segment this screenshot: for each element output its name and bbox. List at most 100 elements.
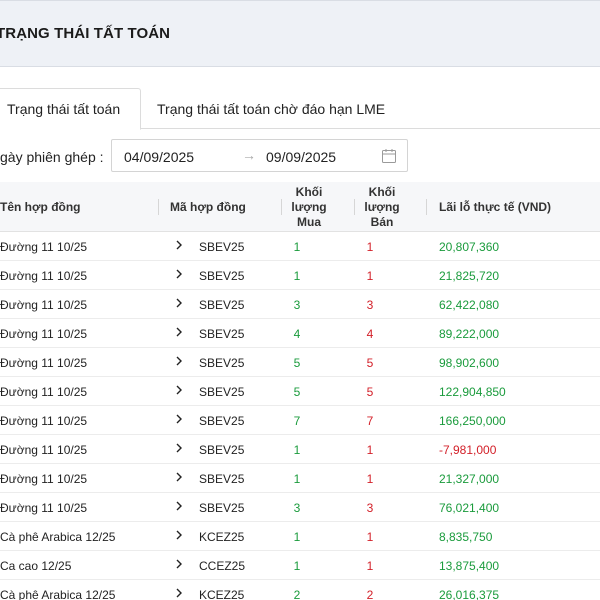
table-row[interactable]: Cà phê Arabica 12/25 KCEZ25 2 2 26,016,375 [0,580,600,600]
table-row[interactable]: Đường 11 10/25 SBEV25 1 1 21,825,720 [0,261,600,290]
sell-volume: 1 [366,240,374,254]
contract-name: Đường 11 10/25 [0,240,88,254]
contract-name: Đường 11 10/25 [0,385,88,399]
table-row[interactable]: Đường 11 10/25 SBEV25 1 1 21,327,000 [0,464,600,493]
chevron-right-icon[interactable] [174,413,184,425]
contract-name: Cà phê Arabica 12/25 [0,588,116,600]
contract-name: Đường 11 10/25 [0,501,88,515]
column-divider [281,199,282,215]
realized-pnl: 20,807,360 [439,240,500,254]
sell-volume: 5 [366,385,374,399]
tab-settlement-pending-lme[interactable]: Trạng thái tất toán chờ đáo hạn LME [157,88,385,129]
realized-pnl: 62,422,080 [439,298,500,312]
buy-volume: 1 [293,240,301,254]
contract-name: Đường 11 10/25 [0,443,88,457]
table-row[interactable]: Đường 11 10/25 SBEV25 5 5 122,904,850 [0,377,600,406]
contract-name: Đường 11 10/25 [0,356,88,370]
realized-pnl: 21,825,720 [439,269,500,283]
chevron-right-icon[interactable] [174,355,184,367]
col-sell-volume-line1: Khối [368,185,396,199]
col-buy-volume-line2: lượng [291,200,327,214]
calendar-icon[interactable] [381,148,397,164]
sell-volume: 3 [366,501,374,515]
buy-volume: 1 [293,269,301,283]
contract-code: SBEV25 [199,240,245,254]
column-divider [354,199,355,215]
sell-volume: 5 [366,356,374,370]
realized-pnl: 13,875,400 [439,559,500,573]
contract-code: SBEV25 [199,356,245,370]
buy-volume: 1 [293,530,301,544]
realized-pnl: 98,902,600 [439,356,500,370]
sell-volume: 4 [366,327,374,341]
buy-volume: 1 [293,559,301,573]
table-row[interactable]: Đường 11 10/25 SBEV25 3 3 62,422,080 [0,290,600,319]
buy-volume: 7 [293,414,301,428]
chevron-right-icon[interactable] [174,297,184,309]
realized-pnl: 166,250,000 [439,414,506,428]
filter-row: gày phiên ghép : 04/09/2025 → 09/09/2025 [0,139,600,173]
chevron-right-icon[interactable] [174,442,184,454]
matching-date-label: gày phiên ghép : [0,149,104,165]
page-title: TRẠNG THÁI TẤT TOÁN [0,25,171,42]
buy-volume: 3 [293,501,301,515]
chevron-right-icon[interactable] [174,500,184,512]
realized-pnl: 89,222,000 [439,327,500,341]
sell-volume: 1 [366,472,374,486]
table-row[interactable]: Đường 11 10/25 SBEV25 4 4 89,222,000 [0,319,600,348]
col-buy-volume[interactable]: Khối lượng Mua [286,185,332,230]
chevron-right-icon[interactable] [174,529,184,541]
chevron-right-icon[interactable] [174,384,184,396]
contract-code: SBEV25 [199,298,245,312]
tab-settlement-status[interactable]: Trạng thái tất toán [0,88,141,130]
end-date-input[interactable]: 09/09/2025 [266,149,336,165]
table-body: Đường 11 10/25 SBEV25 1 1 20,807,360 Đường 11… [0,232,600,600]
chevron-right-icon[interactable] [174,558,184,570]
contract-name: Đường 11 10/25 [0,269,88,283]
col-contract-code[interactable]: Mã hợp đồng [170,200,246,215]
contract-code: SBEV25 [199,327,245,341]
table-row[interactable]: Đường 11 10/25 SBEV25 3 3 76,021,400 [0,493,600,522]
contract-code: SBEV25 [199,501,245,515]
contract-code: KCEZ25 [199,530,245,544]
buy-volume: 3 [293,298,301,312]
buy-volume: 1 [293,472,301,486]
tab-bar: Trạng thái tất toán Trạng thái tất toán … [0,88,600,130]
realized-pnl: 21,327,000 [439,472,500,486]
col-sell-volume[interactable]: Khối lượng Bán [359,185,405,230]
table-row[interactable]: Đường 11 10/25 SBEV25 5 5 98,902,600 [0,348,600,377]
table-row[interactable]: Đường 11 10/25 SBEV25 1 1 -7,981,000 [0,435,600,464]
contract-name: Đường 11 10/25 [0,414,88,428]
table-header: Tên hợp đồng Mã hợp đồng Khối lượng Mua … [0,182,600,232]
contract-code: SBEV25 [199,269,245,283]
col-realized-pnl[interactable]: Lãi lỗ thực tế (VND) [439,200,551,215]
contract-code: SBEV25 [199,443,245,457]
contract-name: Đường 11 10/25 [0,472,88,486]
contract-name: Đường 11 10/25 [0,298,88,312]
start-date-input[interactable]: 04/09/2025 [124,149,194,165]
table-row[interactable]: Ca cao 12/25 CCEZ25 1 1 13,875,400 [0,551,600,580]
column-divider [426,199,427,215]
contract-code: CCEZ25 [199,559,246,573]
buy-volume: 5 [293,385,301,399]
buy-volume: 2 [293,588,301,600]
col-sell-volume-line3: Bán [370,215,394,229]
sell-volume: 1 [366,443,374,457]
chevron-right-icon[interactable] [174,587,184,599]
sell-volume: 3 [366,298,374,312]
sell-volume: 1 [366,530,374,544]
col-sell-volume-line2: lượng [364,200,400,214]
chevron-right-icon[interactable] [174,239,184,251]
realized-pnl: 76,021,400 [439,501,500,515]
chevron-right-icon[interactable] [174,326,184,338]
table-row[interactable]: Đường 11 10/25 SBEV25 1 1 20,807,360 [0,232,600,261]
contract-code: KCEZ25 [199,588,245,600]
table-row[interactable]: Đường 11 10/25 SBEV25 7 7 166,250,000 [0,406,600,435]
chevron-right-icon[interactable] [174,471,184,483]
table-row[interactable]: Cà phê Arabica 12/25 KCEZ25 1 1 8,835,750 [0,522,600,551]
date-range-picker[interactable]: 04/09/2025 → 09/09/2025 [111,139,408,172]
col-contract-name[interactable]: Tên hợp đồng [0,200,81,215]
chevron-right-icon[interactable] [174,268,184,280]
buy-volume: 5 [293,356,301,370]
realized-pnl: 122,904,850 [439,385,506,399]
